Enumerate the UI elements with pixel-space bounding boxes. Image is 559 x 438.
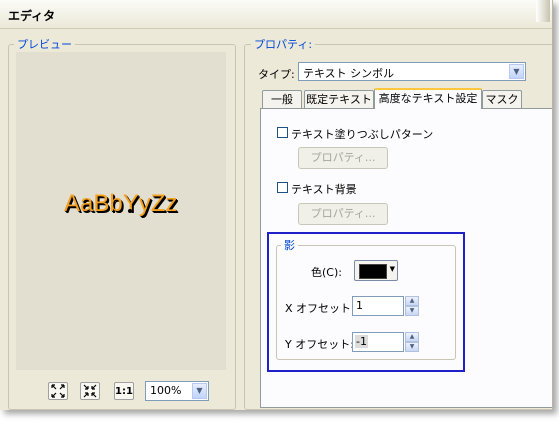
zoom-out-icon — [83, 384, 97, 398]
text-anchor-point — [128, 209, 132, 213]
shadow-group-label: 影 — [281, 239, 298, 252]
fill-pattern-label[interactable]: テキスト塗りつぶしパターン — [291, 126, 433, 142]
fill-pattern-properties-button[interactable]: プロパティ... — [298, 147, 388, 169]
chevron-down-icon[interactable]: ▼ — [192, 383, 207, 399]
x-offset-spinner[interactable]: ▲ ▼ — [405, 296, 419, 316]
tab-general-label: 一般 — [271, 93, 293, 106]
tab-advanced-text-label: 高度なテキスト設定 — [378, 92, 478, 105]
tab-mask[interactable]: マスク — [482, 90, 522, 108]
torn-edge-bottom — [0, 421, 559, 438]
title-bar: エディタ — [0, 0, 552, 29]
tab-advanced-text[interactable]: 高度なテキスト設定 — [374, 88, 482, 109]
type-value: テキスト シンボル — [303, 67, 395, 80]
tab-mask-label: マスク — [485, 93, 519, 106]
x-offset-value: 1 — [356, 299, 363, 312]
fill-pattern-properties-label: プロパティ... — [310, 151, 376, 164]
y-offset-label: Y オフセット: — [285, 338, 354, 351]
x-offset-label: X オフセット: — [285, 302, 355, 315]
preview-sample-text: AaBbYyZz — [64, 190, 178, 217]
actual-size-label: 1:1 — [115, 386, 133, 397]
spin-up-icon[interactable]: ▲ — [405, 296, 419, 306]
spin-down-icon[interactable]: ▼ — [405, 306, 419, 316]
preview-group-label: プレビュー — [14, 38, 75, 51]
background-checkbox[interactable] — [277, 182, 288, 193]
shadow-color-button[interactable]: ▼ — [354, 260, 398, 281]
x-offset-input[interactable]: 1 — [352, 296, 404, 316]
background-properties-button[interactable]: プロパティ... — [298, 203, 388, 225]
editor-window: エディタ プレビュー AaBbYyZz 1:1 100% ▼ プロパティ: タイ… — [0, 0, 553, 410]
zoom-in-button[interactable] — [48, 382, 68, 400]
zoom-value: 100% — [150, 384, 182, 397]
properties-group-label: プロパティ: — [251, 38, 316, 51]
window-title: エディタ — [8, 9, 56, 23]
tab-general[interactable]: 一般 — [262, 90, 302, 108]
type-label: タイプ: — [258, 68, 295, 81]
background-properties-label: プロパティ... — [310, 207, 376, 220]
spin-up-icon[interactable]: ▲ — [405, 332, 419, 342]
background-label[interactable]: テキスト背景 — [291, 181, 357, 197]
actual-size-button[interactable]: 1:1 — [114, 382, 134, 400]
zoom-select[interactable]: 100% ▼ — [145, 381, 209, 401]
type-select[interactable]: テキスト シンボル ▼ — [298, 62, 526, 81]
window-edge — [536, 0, 550, 22]
y-offset-input[interactable]: -1 — [352, 332, 404, 352]
shadow-color-swatch — [359, 264, 387, 279]
tab-default-text-label: 既定テキスト — [306, 93, 372, 106]
zoom-in-icon — [51, 384, 65, 398]
tab-default-text[interactable]: 既定テキスト — [304, 90, 374, 108]
chevron-down-icon[interactable]: ▼ — [509, 64, 524, 79]
spin-down-icon[interactable]: ▼ — [405, 342, 419, 352]
zoom-out-button[interactable] — [80, 382, 100, 400]
y-offset-value: -1 — [355, 335, 368, 348]
fill-pattern-checkbox[interactable] — [277, 127, 288, 138]
chevron-down-icon: ▼ — [389, 265, 395, 273]
shadow-color-label: 色(C): — [311, 266, 342, 279]
y-offset-spinner[interactable]: ▲ ▼ — [405, 332, 419, 352]
preview-canvas: AaBbYyZz — [16, 52, 226, 370]
